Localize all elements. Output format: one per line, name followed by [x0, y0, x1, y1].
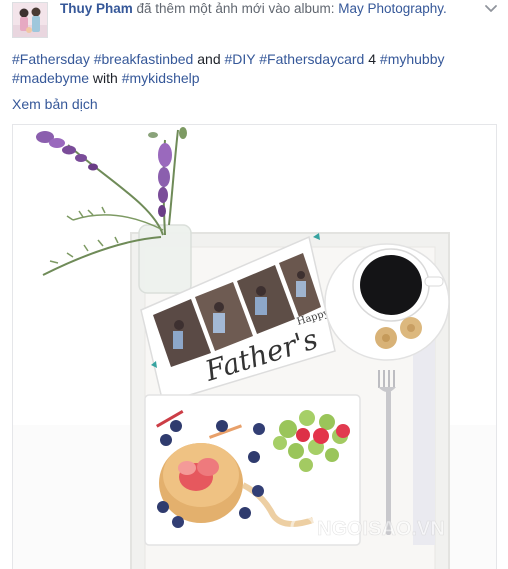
photo-post: Thuy Pham đã thêm một ảnh mới vào album:… [0, 0, 508, 569]
caption-text: and [193, 51, 225, 67]
chevron-down-icon[interactable] [484, 1, 498, 15]
hashtag-link[interactable]: #Fathersdaycard [259, 51, 364, 67]
coffee-cup [324, 243, 450, 361]
post-photo[interactable]: Happy Father's NGOISAO.VN [12, 124, 497, 569]
hashtag-link[interactable]: #breakfastinbed [94, 51, 194, 67]
author-name[interactable]: Thuy Pham [60, 1, 133, 16]
see-translation-link[interactable]: Xem bản dịch [12, 95, 98, 113]
caption-text: with [89, 70, 122, 86]
caption-line-1: #Fathersday #breakfastinbed and #DIY #Fa… [12, 50, 482, 69]
hashtag-link[interactable]: #myhubby [380, 51, 445, 67]
post-header: Thuy Pham đã thêm một ảnh mới vào album:… [60, 0, 447, 18]
hashtag-link[interactable]: #Fathersday [12, 51, 90, 67]
avatar[interactable] [12, 2, 48, 38]
hashtag-link[interactable]: #madebyme [12, 70, 89, 86]
hashtag-link[interactable]: #DIY [225, 51, 256, 67]
action-text: đã thêm một ảnh mới vào album: [136, 1, 335, 16]
caption-text: 4 [364, 51, 380, 67]
hashtag-link[interactable]: #mykidshelp [122, 70, 200, 86]
post-caption: #Fathersday #breakfastinbed and #DIY #Fa… [12, 50, 482, 88]
caption-line-2: #madebyme with #mykidshelp [12, 69, 482, 88]
album-link[interactable]: May Photography. [338, 1, 447, 16]
svg-text:NGOISAO.VN: NGOISAO.VN [317, 518, 445, 540]
